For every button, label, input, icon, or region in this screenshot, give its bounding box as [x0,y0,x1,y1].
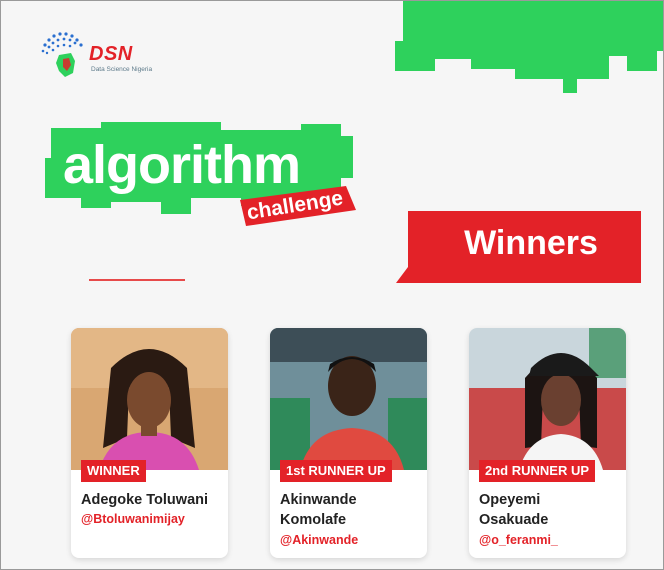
name-line-1: Akinwande [280,492,357,508]
name-line-1: Opeyemi [479,492,541,508]
divider-line [89,279,185,281]
rank-badge: 2nd RUNNER UP [479,460,596,482]
name-line-1: Adegoke Toluwani [81,492,209,508]
second-runner-up-photo [469,328,626,470]
logo-text: DSN [89,43,133,65]
runner-up-handle[interactable]: @Akinwande [280,533,358,547]
name-line-2: Komolafe [280,512,347,528]
first-runner-up-photo [270,328,427,470]
runner-up-handle[interactable]: @o_feranmi_ [479,533,558,547]
title-main: algorithm [63,135,301,195]
first-runner-up-card: 1st RUNNER UP Akinwande Komolafe @Akinwa… [270,328,427,558]
dsn-logo: DSN Data Science Nigeria [39,31,159,83]
green-block-decoration [395,1,663,93]
logo-subtext: Data Science Nigeria [91,66,153,73]
name-line-2: Osakuade [479,512,549,528]
runner-up-name: Akinwande Komolafe [280,490,357,530]
winner-handle[interactable]: @Btoluwanimijay [81,512,185,526]
rank-badge: WINNER [81,460,146,482]
second-runner-up-card: 2nd RUNNER UP Opeyemi Osakuade @o_feranm… [469,328,626,558]
winners-heading: Winners [464,224,598,262]
runner-up-name: Opeyemi Osakuade [479,490,548,530]
rank-badge: 1st RUNNER UP [280,460,392,482]
winner-name: Adegoke Toluwani [81,490,208,510]
flyer: DSN Data Science Nigeria algorithm chall… [0,0,664,570]
winner-photo [71,328,228,470]
winner-card: WINNER Adegoke Toluwani @Btoluwanimijay [71,328,228,558]
